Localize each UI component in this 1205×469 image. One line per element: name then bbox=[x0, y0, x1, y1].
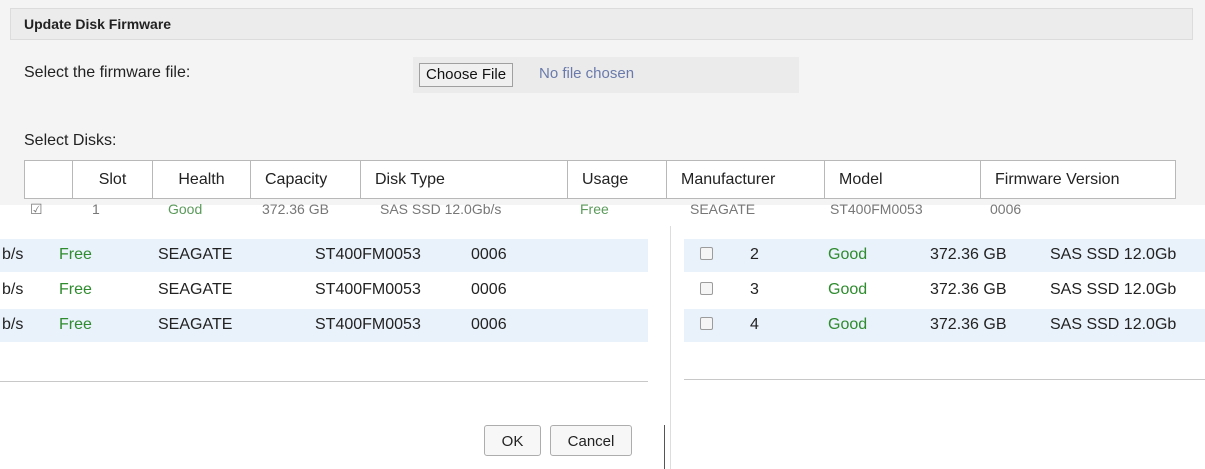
garbled-firmware: 0006 bbox=[990, 201, 1022, 217]
model-cell: ST400FM0053 bbox=[315, 316, 421, 333]
disk-type-cell: SAS SSD 12.0Gb bbox=[1050, 281, 1177, 298]
table-bottom-divider bbox=[0, 381, 648, 382]
capacity-cell: 372.36 GB bbox=[930, 281, 1007, 298]
dialog-title-bar: Update Disk Firmware bbox=[10, 8, 1193, 40]
garbled-health: Good bbox=[168, 201, 203, 217]
dialog-panel: Update Disk Firmware Select the firmware… bbox=[0, 0, 1205, 205]
model-cell: ST400FM0053 bbox=[315, 281, 421, 298]
disk-type-cell: SAS SSD 12.0Gb bbox=[1050, 316, 1177, 333]
header-model[interactable]: Model bbox=[824, 160, 981, 199]
disks-table: Slot Health Capacity Disk Type Usage Man… bbox=[24, 160, 1176, 199]
garbled-row: ☑ 1 Good 372.36 GB SAS SSD 12.0Gb/s Free… bbox=[0, 199, 1205, 227]
manufacturer-cell: SEAGATE bbox=[158, 281, 233, 298]
row-checkbox[interactable] bbox=[700, 247, 713, 260]
firmware-file-input[interactable]: Choose File No file chosen bbox=[413, 57, 799, 93]
model-cell: ST400FM0053 bbox=[315, 246, 421, 263]
firmware-cell: 0006 bbox=[471, 281, 507, 298]
table-row[interactable]: b/s Free SEAGATE ST400FM0053 0006 bbox=[0, 309, 648, 342]
garbled-slot: 1 bbox=[92, 201, 100, 217]
disk-type-tail: b/s bbox=[2, 246, 24, 263]
firmware-cell: 0006 bbox=[471, 316, 507, 333]
slot-cell: 3 bbox=[750, 281, 759, 298]
disk-type-cell: SAS SSD 12.0Gb bbox=[1050, 246, 1177, 263]
pane-divider bbox=[670, 226, 671, 469]
button-area-divider bbox=[664, 425, 665, 469]
ok-button[interactable]: OK bbox=[484, 425, 541, 456]
header-health[interactable]: Health bbox=[152, 160, 251, 199]
health-cell: Good bbox=[828, 246, 868, 263]
dialog-title: Update Disk Firmware bbox=[24, 16, 172, 32]
health-cell: Good bbox=[828, 281, 868, 298]
garbled-disk-type: SAS SSD 12.0Gb/s bbox=[380, 201, 502, 217]
table-row[interactable]: 3 Good 372.36 GB SAS SSD 12.0Gb bbox=[684, 274, 1205, 307]
slot-cell: 2 bbox=[750, 246, 759, 263]
right-table-bottom-divider bbox=[684, 379, 1205, 380]
header-disk-type[interactable]: Disk Type bbox=[360, 160, 568, 199]
disk-type-tail: b/s bbox=[2, 316, 24, 333]
garbled-capacity: 372.36 GB bbox=[262, 201, 329, 217]
header-manufacturer[interactable]: Manufacturer bbox=[666, 160, 825, 199]
select-disks-label: Select Disks: bbox=[24, 132, 117, 149]
header-capacity[interactable]: Capacity bbox=[250, 160, 361, 199]
slot-cell: 4 bbox=[750, 316, 759, 333]
row-checkbox[interactable] bbox=[700, 317, 713, 330]
manufacturer-cell: SEAGATE bbox=[158, 316, 233, 333]
disk-type-tail: b/s bbox=[2, 281, 24, 298]
header-usage[interactable]: Usage bbox=[567, 160, 667, 199]
table-row[interactable]: b/s Free SEAGATE ST400FM0053 0006 bbox=[0, 274, 648, 307]
table-row[interactable]: 2 Good 372.36 GB SAS SSD 12.0Gb bbox=[684, 239, 1205, 272]
garbled-model: ST400FM0053 bbox=[830, 201, 923, 217]
garbled-checkbox-icon: ☑ bbox=[30, 201, 43, 217]
capacity-cell: 372.36 GB bbox=[930, 316, 1007, 333]
capacity-cell: 372.36 GB bbox=[930, 246, 1007, 263]
choose-file-button[interactable]: Choose File bbox=[419, 63, 514, 87]
usage-cell: Free bbox=[59, 281, 92, 298]
header-select-column bbox=[24, 160, 73, 199]
row-checkbox[interactable] bbox=[700, 282, 713, 295]
firmware-file-label: Select the firmware file: bbox=[24, 64, 191, 81]
header-firmware-version[interactable]: Firmware Version bbox=[980, 160, 1176, 199]
table-header-row: Slot Health Capacity Disk Type Usage Man… bbox=[24, 160, 1176, 199]
garbled-usage: Free bbox=[580, 201, 609, 217]
firmware-cell: 0006 bbox=[471, 246, 507, 263]
usage-cell: Free bbox=[59, 246, 92, 263]
health-cell: Good bbox=[828, 316, 868, 333]
table-row[interactable]: 4 Good 372.36 GB SAS SSD 12.0Gb bbox=[684, 309, 1205, 342]
header-slot[interactable]: Slot bbox=[72, 160, 153, 199]
garbled-manufacturer: SEAGATE bbox=[690, 201, 756, 217]
usage-cell: Free bbox=[59, 316, 92, 333]
no-file-chosen-text: No file chosen bbox=[539, 65, 635, 82]
cancel-button[interactable]: Cancel bbox=[550, 425, 632, 456]
table-row[interactable]: b/s Free SEAGATE ST400FM0053 0006 bbox=[0, 239, 648, 272]
manufacturer-cell: SEAGATE bbox=[158, 246, 233, 263]
